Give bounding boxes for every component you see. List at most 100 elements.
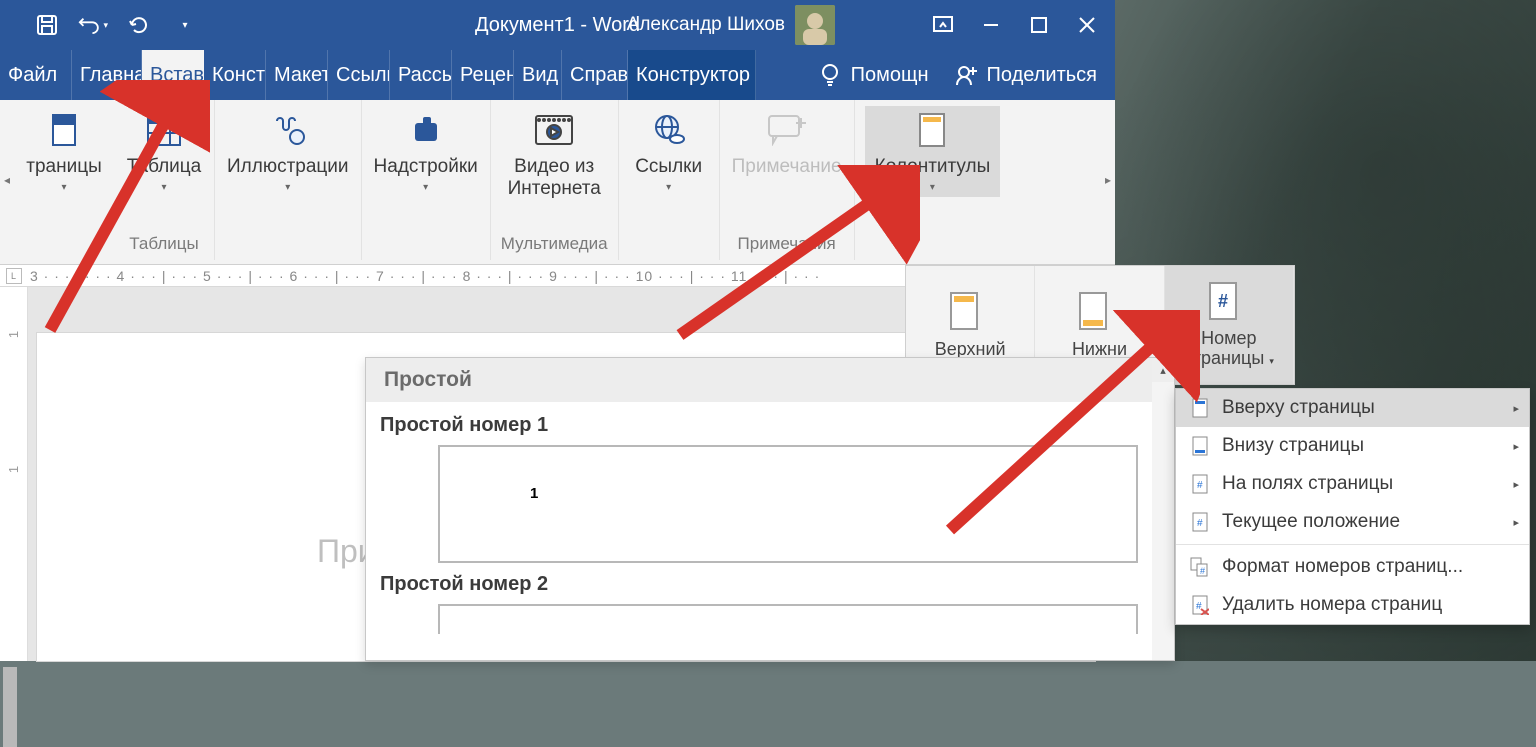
- ribbon-scroll-right[interactable]: ▸: [1101, 100, 1115, 260]
- page-margins-icon: #: [1191, 474, 1209, 494]
- undo-button[interactable]: ▾: [78, 10, 108, 40]
- svg-text:#: #: [1197, 480, 1203, 491]
- addins-button[interactable]: Надстройки ▾: [372, 106, 480, 197]
- group-comments: Примечание Примечания: [720, 100, 855, 260]
- tab-mailings[interactable]: Рассы: [390, 50, 452, 100]
- menu-current-position[interactable]: # Текущее положение ▸: [1176, 503, 1529, 541]
- minimize-icon: [982, 16, 1000, 34]
- group-pages: траницы ▾: [14, 100, 114, 260]
- menu-page-margins[interactable]: # На полях страницы ▸: [1176, 465, 1529, 503]
- gallery-preview-1: 1: [438, 445, 1138, 563]
- svg-text:#: #: [1197, 518, 1203, 529]
- tab-help[interactable]: Справк: [562, 50, 628, 100]
- ruler-tab-selector[interactable]: L: [6, 268, 22, 284]
- globe-link-icon: [651, 113, 687, 147]
- headerfooter-icon: [917, 112, 947, 148]
- redo-icon: [128, 14, 150, 36]
- window-controls: [921, 7, 1115, 43]
- links-button[interactable]: Ссылки ▾: [629, 106, 709, 197]
- chevron-right-icon: ▸: [1513, 478, 1519, 491]
- close-icon: [1078, 16, 1096, 34]
- svg-text:#: #: [1200, 566, 1205, 576]
- share-button[interactable]: Поделиться: [955, 63, 1097, 87]
- illustrations-label: Иллюстрации: [227, 156, 349, 178]
- group-tables-label: Таблицы: [129, 234, 198, 258]
- menu-remove-page-numbers[interactable]: # Удалить номера страниц: [1176, 586, 1529, 624]
- group-multimedia-label: Мультимедиа: [501, 234, 608, 258]
- svg-text:#: #: [1218, 291, 1228, 311]
- tell-me[interactable]: Помощн: [819, 62, 929, 88]
- group-illustrations: Иллюстрации ▾: [215, 100, 362, 260]
- tab-view[interactable]: Вид: [514, 50, 562, 100]
- save-icon: [35, 13, 59, 37]
- gallery-item-simple-1[interactable]: Простой номер 1 1: [378, 414, 1162, 563]
- links-label: Ссылки: [635, 156, 702, 178]
- tab-references[interactable]: Ссылк: [328, 50, 390, 100]
- page-icon: [50, 113, 78, 147]
- headerfooter-button[interactable]: Колонтитулы ▾: [865, 106, 1001, 197]
- tab-review[interactable]: Рецен: [452, 50, 514, 100]
- tab-insert[interactable]: Вставк: [142, 50, 204, 100]
- menu-top-of-page[interactable]: Вверху страницы ▸: [1176, 389, 1529, 427]
- ribbon-tabs: Файл Главна Вставк Констр Макет Ссылк Ра…: [0, 50, 1115, 100]
- format-icon: #: [1190, 557, 1210, 577]
- group-addins: Надстройки ▾: [362, 100, 491, 260]
- group-comments-label: Примечания: [738, 234, 836, 258]
- group-headerfooter: Колонтитулы ▾: [855, 100, 1011, 260]
- title-bar: ▾ ▾ Документ1 - Word Александр Шихов: [0, 0, 1115, 50]
- page-number-icon: #: [1207, 281, 1239, 321]
- menu-bottom-of-page[interactable]: Внизу страницы ▸: [1176, 427, 1529, 465]
- gallery-section-header: Простой: [366, 358, 1174, 402]
- close-button[interactable]: [1065, 7, 1109, 43]
- chevron-right-icon: ▸: [1513, 402, 1519, 415]
- comment-button[interactable]: Примечание: [730, 106, 844, 182]
- header-icon: [948, 291, 980, 331]
- chevron-right-icon: ▸: [1513, 516, 1519, 529]
- menu-separator: [1176, 544, 1529, 545]
- avatar-image: [795, 5, 835, 45]
- redo-button[interactable]: [124, 10, 154, 40]
- table-button[interactable]: Таблица ▾: [124, 106, 204, 197]
- account-area[interactable]: Александр Шихов: [627, 5, 835, 45]
- illustrations-button[interactable]: Иллюстрации ▾: [225, 106, 351, 197]
- ribbon-options-icon: [933, 16, 953, 34]
- vertical-ruler[interactable]: 1 1: [0, 287, 28, 661]
- group-links: Ссылки ▾: [619, 100, 720, 260]
- share-label: Поделиться: [987, 64, 1097, 87]
- ribbon-display-options[interactable]: [921, 7, 965, 43]
- word-window: ▾ ▾ Документ1 - Word Александр Шихов: [0, 0, 1115, 265]
- footer-icon: [1077, 291, 1109, 331]
- pages-button[interactable]: траницы ▾: [24, 106, 104, 197]
- current-position-icon: #: [1191, 512, 1209, 532]
- remove-number-icon: #: [1191, 595, 1209, 615]
- shapes-icon: [269, 113, 307, 147]
- svg-text:#: #: [1196, 601, 1202, 612]
- ribbon-scroll-left[interactable]: ◂: [0, 100, 14, 260]
- vertical-ruler-margin: [3, 667, 17, 747]
- addins-label: Надстройки: [374, 156, 478, 178]
- tab-design[interactable]: Констр: [204, 50, 266, 100]
- avatar: [795, 5, 835, 45]
- tab-table-designer[interactable]: Конструктор: [628, 50, 756, 100]
- tab-layout[interactable]: Макет: [266, 50, 328, 100]
- page-number-button[interactable]: # Номерстраницы ▾: [1165, 266, 1294, 384]
- addin-icon: [409, 113, 443, 147]
- headerfooter-label: Колонтитулы: [875, 156, 991, 178]
- gallery-scrollbar[interactable]: [1152, 382, 1174, 660]
- page-bottom-icon: [1191, 436, 1209, 456]
- menu-format-page-numbers[interactable]: # Формат номеров страниц...: [1176, 548, 1529, 586]
- save-button[interactable]: [32, 10, 62, 40]
- comment-icon: [767, 114, 807, 146]
- tab-home[interactable]: Главна: [72, 50, 142, 100]
- chevron-right-icon: ▸: [1513, 440, 1519, 453]
- gallery-item-simple-2[interactable]: Простой номер 2: [378, 573, 1162, 634]
- account-name: Александр Шихов: [627, 14, 785, 36]
- page-number-menu: Вверху страницы ▸ Внизу страницы ▸ # На …: [1175, 388, 1530, 625]
- minimize-button[interactable]: [969, 7, 1013, 43]
- maximize-button[interactable]: [1017, 7, 1061, 43]
- qat-customize[interactable]: ▾: [170, 10, 200, 40]
- tab-file[interactable]: Файл: [0, 50, 72, 100]
- online-video-button[interactable]: Видео изИнтернета: [506, 106, 603, 204]
- window-title: Документ1 - Word: [475, 14, 640, 37]
- gallery-scroll-up[interactable]: ▴: [1152, 358, 1174, 382]
